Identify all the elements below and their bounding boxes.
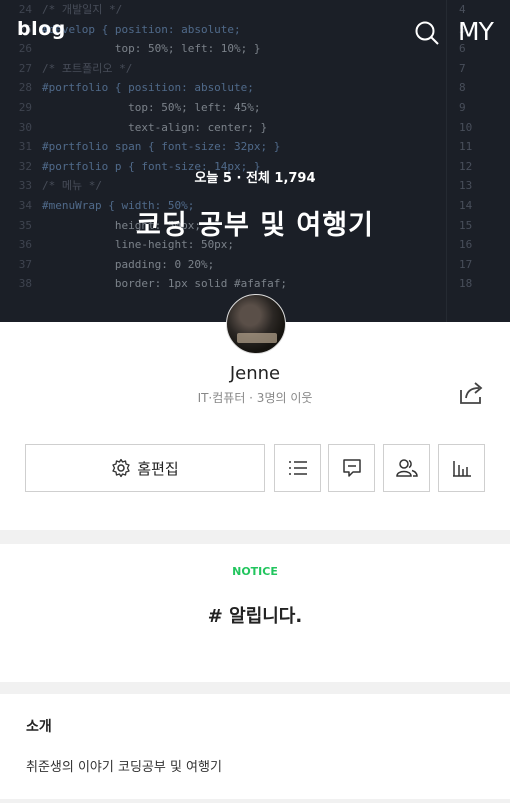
code-line: 38 border: 1px solid #afafaf; xyxy=(0,274,444,294)
intro-heading: 소개 xyxy=(26,719,52,735)
line-number: 31 xyxy=(18,140,32,154)
code-line: 31 #portfolio span { font-size: 32px; } xyxy=(0,137,444,157)
code-line: 28 #portfolio { position: absolute; xyxy=(0,78,444,98)
divider xyxy=(0,799,510,803)
line-number: 8 xyxy=(459,81,466,95)
notice-section: NOTICE # 알립니다. xyxy=(0,544,510,682)
gear-icon xyxy=(112,458,130,478)
code-line: 25 #develop { position: absolute; xyxy=(0,20,444,40)
code-text: #develop { position: absolute; xyxy=(42,22,241,36)
visitor-stats: 오늘 5 · 전체 1,794 xyxy=(194,171,316,186)
notice-title[interactable]: # 알립니다. xyxy=(0,602,510,628)
line-number: 24 xyxy=(18,3,32,16)
comment-icon xyxy=(342,459,361,477)
code-text: /* 개발일지 */ xyxy=(42,3,123,16)
code-text: #portfolio span { font-size: 32px; } xyxy=(42,140,281,154)
code-text: border: 1px solid #afafaf; xyxy=(42,277,288,291)
code-text: #portfolio { position: absolute; xyxy=(42,81,254,95)
line-number: 38 xyxy=(18,277,32,291)
code-text: text-align: center; } xyxy=(42,120,268,134)
list-view-button[interactable] xyxy=(274,444,321,492)
home-edit-label: 홈편집 xyxy=(137,459,179,478)
line-number: 9 xyxy=(459,100,466,114)
code-line: 30 text-align: center; } xyxy=(0,118,444,138)
home-edit-button[interactable]: 홈편집 xyxy=(25,444,265,492)
code-text: top: 50%; left: 45%; xyxy=(42,100,261,114)
profile-name[interactable]: Jenne xyxy=(0,363,510,384)
search-icon[interactable] xyxy=(414,20,440,46)
line-number: 11 xyxy=(459,140,473,154)
neighbors-button[interactable] xyxy=(383,444,430,492)
intro-text: 취준생의 이야기 코딩공부 및 여행기 xyxy=(26,760,222,775)
code-line: 29 top: 50%; left: 45%; xyxy=(0,98,444,118)
guestbook-button[interactable] xyxy=(328,444,375,492)
blog-title[interactable]: 코딩 공부 및 여행기 xyxy=(0,203,510,242)
blog-logo[interactable]: blog xyxy=(17,18,66,40)
line-number: 27 xyxy=(18,61,32,75)
notice-label: NOTICE xyxy=(232,565,278,578)
blog-header-cover: 24 /* 개발일지 */ 25 #develop { position: absol… xyxy=(0,0,510,322)
code-background: 24 /* 개발일지 */ 25 #develop { position: absol… xyxy=(0,0,444,322)
code-background-secondary: 4 5 6 7 8 9 10 11 12 13 14 15 16 17 18 xyxy=(446,0,510,322)
statistics-button[interactable] xyxy=(438,444,485,492)
people-icon xyxy=(395,459,418,477)
code-text: top: 50%; left: 10%; } xyxy=(42,42,261,56)
share-icon[interactable] xyxy=(458,380,486,406)
profile-meta: IT·컴퓨터 · 3명의 이웃 xyxy=(197,391,313,405)
code-text: padding: 0 20%; xyxy=(42,257,215,271)
my-menu-button[interactable]: MY xyxy=(458,17,494,46)
line-number: 17 xyxy=(459,257,473,271)
line-number: 37 xyxy=(18,257,32,271)
code-text: /* 포트폴리오 */ xyxy=(42,61,133,75)
code-line: 24 /* 개발일지 */ xyxy=(0,0,444,20)
line-number: 10 xyxy=(459,120,473,134)
code-line: 37 padding: 0 20%; xyxy=(0,255,444,275)
line-number: 28 xyxy=(18,81,32,95)
line-number: 26 xyxy=(18,42,32,56)
line-number: 30 xyxy=(18,120,32,134)
code-line: 26 top: 50%; left: 10%; } xyxy=(0,39,444,59)
intro-section: 소개 취준생의 이야기 코딩공부 및 여행기 xyxy=(0,694,510,799)
line-number: 18 xyxy=(459,277,473,291)
code-line: 27 /* 포트폴리오 */ xyxy=(0,59,444,79)
list-icon xyxy=(288,461,307,475)
line-number: 7 xyxy=(459,61,466,75)
avatar[interactable] xyxy=(226,294,286,354)
line-number: 29 xyxy=(18,100,32,114)
bar-chart-icon xyxy=(452,461,471,477)
